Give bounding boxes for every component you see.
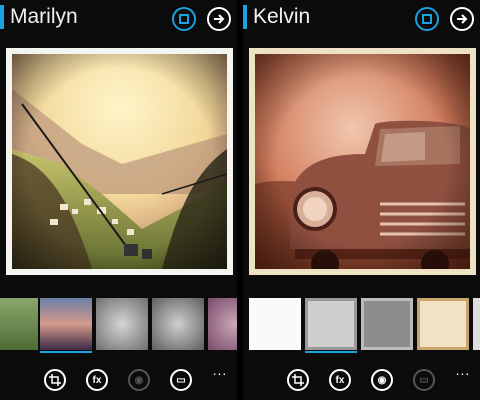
screenshot-root: Marilyn fx ◉ ▭ ... Kelvin fx ◉ ▭ ... [0, 0, 480, 400]
crop-button[interactable] [287, 369, 309, 391]
filter-strip [0, 298, 237, 354]
filter-thumbnail[interactable] [361, 298, 413, 350]
filter-thumbnail[interactable] [96, 298, 148, 350]
effects-icon: fx [335, 374, 345, 386]
selected-indicator [305, 351, 357, 353]
photo-frame [249, 48, 476, 275]
next-button[interactable] [450, 7, 474, 31]
photo-frame [6, 48, 233, 275]
lightbulb-icon: ◉ [377, 374, 387, 386]
next-button[interactable] [207, 7, 231, 31]
device-icon: ▭ [176, 374, 186, 386]
more-button[interactable]: ... [210, 362, 230, 378]
filter-thumbnail[interactable] [417, 298, 469, 350]
header: Kelvin [243, 0, 480, 38]
device-button[interactable]: ▭ [413, 369, 435, 391]
crop-mode-button[interactable] [415, 7, 439, 31]
filter-title: Marilyn [10, 5, 78, 28]
lightbulb-button[interactable]: ◉ [371, 369, 393, 391]
filter-thumbnail[interactable] [0, 298, 38, 350]
effects-button[interactable]: fx [86, 369, 108, 391]
crop-icon [49, 374, 61, 386]
filter-thumbnail[interactable] [249, 298, 301, 350]
filter-thumbnail[interactable] [473, 298, 480, 350]
effects-button[interactable]: fx [329, 369, 351, 391]
filtered-photo [255, 54, 470, 269]
app-bar: fx ◉ ▭ ... [0, 362, 237, 400]
filtered-photo [12, 54, 227, 269]
crop-button[interactable] [44, 369, 66, 391]
arrow-right-icon [214, 14, 225, 24]
effects-icon: fx [92, 374, 102, 386]
crop-mode-icon [422, 14, 432, 24]
filter-thumbnail[interactable] [208, 298, 237, 350]
crop-mode-icon [179, 14, 189, 24]
filter-thumbnail[interactable] [152, 298, 204, 350]
accent-bar [0, 5, 4, 29]
crop-icon [292, 374, 304, 386]
device-button[interactable]: ▭ [170, 369, 192, 391]
lightbulb-icon: ◉ [134, 374, 144, 386]
accent-bar [243, 5, 247, 29]
more-button[interactable]: ... [453, 362, 473, 378]
lightbulb-button[interactable]: ◉ [128, 369, 150, 391]
filter-strip [243, 298, 480, 354]
kelvin-panel: Kelvin fx ◉ ▭ ... [243, 0, 480, 400]
crop-mode-button[interactable] [172, 7, 196, 31]
filter-title: Kelvin [253, 5, 311, 28]
filter-thumbnail[interactable] [305, 298, 357, 350]
selected-indicator [40, 351, 92, 353]
header: Marilyn [0, 0, 237, 38]
arrow-right-icon [457, 14, 468, 24]
device-icon: ▭ [419, 374, 429, 386]
app-bar: fx ◉ ▭ ... [243, 362, 480, 400]
marilyn-panel: Marilyn fx ◉ ▭ ... [0, 0, 237, 400]
filter-thumbnail[interactable] [40, 298, 92, 350]
